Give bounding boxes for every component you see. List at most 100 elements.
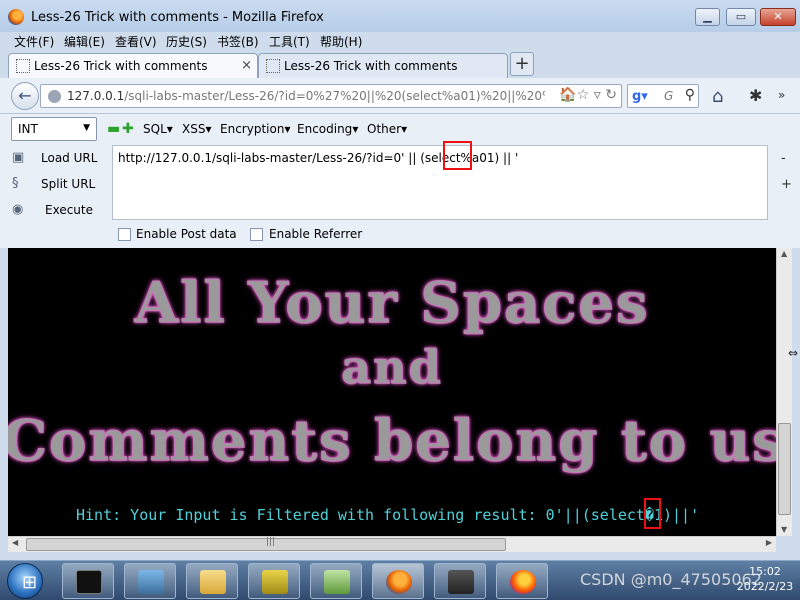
menu-label: Other	[367, 122, 402, 136]
close-button[interactable]: ✕	[760, 8, 796, 26]
load-url-icon: ▣	[12, 150, 25, 165]
window-title: Less-26 Trick with comments - Mozilla Fi…	[31, 10, 324, 25]
taskbar-explorer[interactable]	[186, 563, 238, 599]
watermark-text: CSDN @m0_47505062	[580, 570, 762, 589]
url-path: /sqli-labs-master/Less-26/?id=0%27%20||%…	[124, 89, 545, 103]
load-url-button[interactable]: ▣ Load URL	[12, 149, 102, 169]
split-url-icon: §	[12, 176, 19, 191]
menu-label: XSS	[182, 122, 206, 136]
search-icon[interactable]: ⚲	[685, 87, 695, 103]
enable-post-checkbox[interactable]	[118, 228, 131, 241]
menu-label: Encryption	[220, 122, 285, 136]
chevron-down-icon: ▼	[83, 123, 90, 133]
menu-file[interactable]: 文件(F)	[14, 33, 54, 50]
tab-bar: Less-26 Trick with comments × Less-26 Tr…	[0, 50, 800, 79]
scroll-left-icon[interactable]: ◀	[12, 538, 18, 547]
execute-button[interactable]: ◉ Execute	[12, 201, 102, 221]
taskbar-notepad[interactable]	[310, 563, 362, 599]
menu-history[interactable]: 历史(S)	[166, 33, 207, 50]
address-url[interactable]: 127.0.0.1/sqli-labs-master/Less-26/?id=0…	[67, 89, 545, 103]
google-icon[interactable]: g▾	[632, 89, 648, 104]
page-icon	[16, 59, 30, 73]
scroll-right-icon[interactable]: ▶	[766, 538, 772, 547]
scroll-down-icon[interactable]: ▼	[781, 525, 787, 534]
url-host: 127.0.0.1	[67, 89, 125, 103]
banner-line-2: and	[341, 340, 443, 395]
vertical-scroll-thumb[interactable]	[778, 423, 791, 515]
enable-referrer-checkbox[interactable]	[250, 228, 263, 241]
taskbar-firefox-active[interactable]	[372, 563, 424, 599]
menu-label: SQL	[143, 122, 167, 136]
banner-line-1: All Your Spaces	[134, 270, 650, 337]
hackbar-panel: INT ▼ ▬ ✚ SQL▾ XSS▾ Encryption▾ Encoding…	[0, 114, 800, 248]
network-icon	[138, 570, 164, 594]
folder-icon	[200, 570, 226, 594]
status-bar	[0, 552, 800, 560]
hackbar-url-textarea[interactable]: http://127.0.0.1/sqli-labs-master/Less-2…	[112, 145, 768, 220]
boxes-icon	[262, 570, 288, 594]
menu-bookmarks[interactable]: 书签(B)	[217, 33, 259, 50]
minimize-button[interactable]: ▁	[695, 8, 720, 26]
tab-close-icon[interactable]: ×	[241, 58, 252, 73]
scroll-up-icon[interactable]: ▲	[781, 249, 787, 258]
execute-icon: ◉	[12, 202, 24, 217]
load-url-label: Load URL	[41, 151, 98, 165]
taskbar-firefox2[interactable]	[496, 563, 548, 599]
taskbar-network[interactable]	[124, 563, 176, 599]
grip-icon: |||	[266, 537, 276, 547]
firebug-icon[interactable]: ✱	[749, 86, 762, 105]
banner-line-3: Comments belong to us	[8, 408, 776, 475]
increase-icon[interactable]: +	[781, 177, 792, 192]
tab-label: Less-26 Trick with comments	[34, 59, 208, 73]
search-placeholder: G	[664, 89, 674, 103]
overflow-icon[interactable]: »	[778, 88, 785, 102]
burp-icon	[448, 570, 474, 594]
hackbar-menu-other[interactable]: Other▾	[367, 122, 407, 136]
plus-icon[interactable]: ✚	[122, 121, 134, 137]
menu-tools[interactable]: 工具(T)	[269, 33, 310, 50]
hint-text: Hint: Your Input is Filtered with follow…	[76, 506, 700, 524]
menu-label: Encoding	[297, 122, 353, 136]
title-bar: Less-26 Trick with comments - Mozilla Fi…	[0, 0, 800, 32]
search-box[interactable]: g▾ G ⚲	[627, 84, 699, 108]
firefox-logo-icon	[8, 9, 24, 25]
home-icon[interactable]: ⌂	[712, 86, 723, 107]
split-url-button[interactable]: § Split URL	[12, 175, 102, 195]
start-button[interactable]: ⊞	[7, 563, 43, 599]
horizontal-scrollbar[interactable]: ◀ ||| ▶	[8, 536, 776, 552]
cmd-icon	[76, 570, 102, 594]
vertical-scrollbar[interactable]: ▲ ▼	[776, 248, 792, 536]
maximize-button[interactable]: ▭	[726, 8, 756, 26]
type-select-value: INT	[18, 122, 38, 136]
tab-active[interactable]: Less-26 Trick with comments ×	[8, 53, 258, 79]
hackbar-menu-xss[interactable]: XSS▾	[182, 122, 212, 136]
highlight-box-result	[644, 498, 661, 529]
split-url-label: Split URL	[41, 177, 96, 191]
back-button[interactable]: ←	[11, 82, 39, 110]
address-bar[interactable]: 127.0.0.1/sqli-labs-master/Less-26/?id=0…	[40, 84, 622, 108]
tab-inactive[interactable]: Less-26 Trick with comments	[258, 53, 508, 78]
enable-referrer-label: Enable Referrer	[269, 227, 363, 241]
decrease-icon[interactable]: -	[781, 151, 786, 166]
taskbar-app4[interactable]	[248, 563, 300, 599]
menu-view[interactable]: 查看(V)	[115, 33, 157, 50]
highlight-box-input	[443, 141, 472, 170]
hackbar-menu-encoding[interactable]: Encoding▾	[297, 122, 358, 136]
enable-post-label: Enable Post data	[136, 227, 237, 241]
new-tab-button[interactable]: +	[510, 52, 534, 76]
menu-help[interactable]: 帮助(H)	[320, 33, 362, 50]
navigation-bar: ← 127.0.0.1/sqli-labs-master/Less-26/?id…	[0, 78, 800, 114]
bookmark-star-icon[interactable]: 🏠☆ ▿ ↻	[559, 87, 617, 103]
notepad-icon	[324, 570, 350, 594]
hackbar-menu-encryption[interactable]: Encryption▾	[220, 122, 290, 136]
menu-bar: 文件(F) 编辑(E) 查看(V) 历史(S) 书签(B) 工具(T) 帮助(H…	[0, 32, 800, 50]
taskbar-burp[interactable]	[434, 563, 486, 599]
type-select[interactable]: INT ▼	[11, 117, 97, 141]
globe-icon	[48, 90, 61, 103]
tab-label: Less-26 Trick with comments	[284, 59, 458, 73]
menu-edit[interactable]: 编辑(E)	[64, 33, 105, 50]
taskbar-cmd[interactable]	[62, 563, 114, 599]
hackbar-menu-sql[interactable]: SQL▾	[143, 122, 173, 136]
minus-icon[interactable]: ▬	[107, 121, 120, 137]
page-icon	[266, 59, 280, 73]
